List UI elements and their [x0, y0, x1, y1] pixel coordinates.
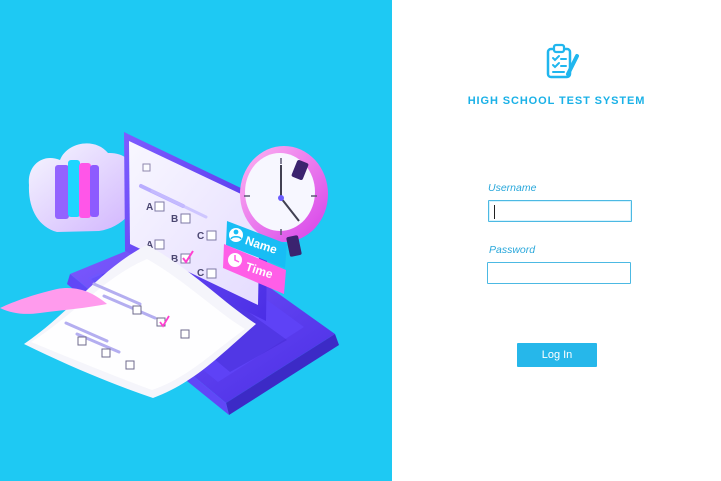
illustration-panel: A B C A B C Name Time	[0, 0, 392, 481]
login-screen: A B C A B C Name Time HIGH SCHOOL TEST S…	[0, 0, 721, 481]
option-c-label: C	[197, 231, 204, 242]
checklist-pencil-icon	[546, 43, 579, 79]
text-cursor	[494, 205, 495, 219]
app-title: HIGH SCHOOL TEST SYSTEM	[467, 95, 646, 107]
log-in-button[interactable]: Log In	[517, 343, 597, 367]
password-label: Password	[489, 244, 536, 256]
username-field[interactable]	[488, 200, 632, 222]
option-b-label: B	[171, 214, 178, 225]
online-test-illustration: A B C A B C Name Time	[0, 132, 339, 415]
username-label: Username	[488, 182, 537, 194]
login-panel: HIGH SCHOOL TEST SYSTEM Username Passwor…	[392, 0, 721, 481]
option-a-label: A	[146, 202, 153, 213]
cloud-books-icon	[28, 143, 140, 232]
password-field[interactable]	[487, 262, 631, 284]
option-c-label-2: C	[197, 268, 204, 279]
